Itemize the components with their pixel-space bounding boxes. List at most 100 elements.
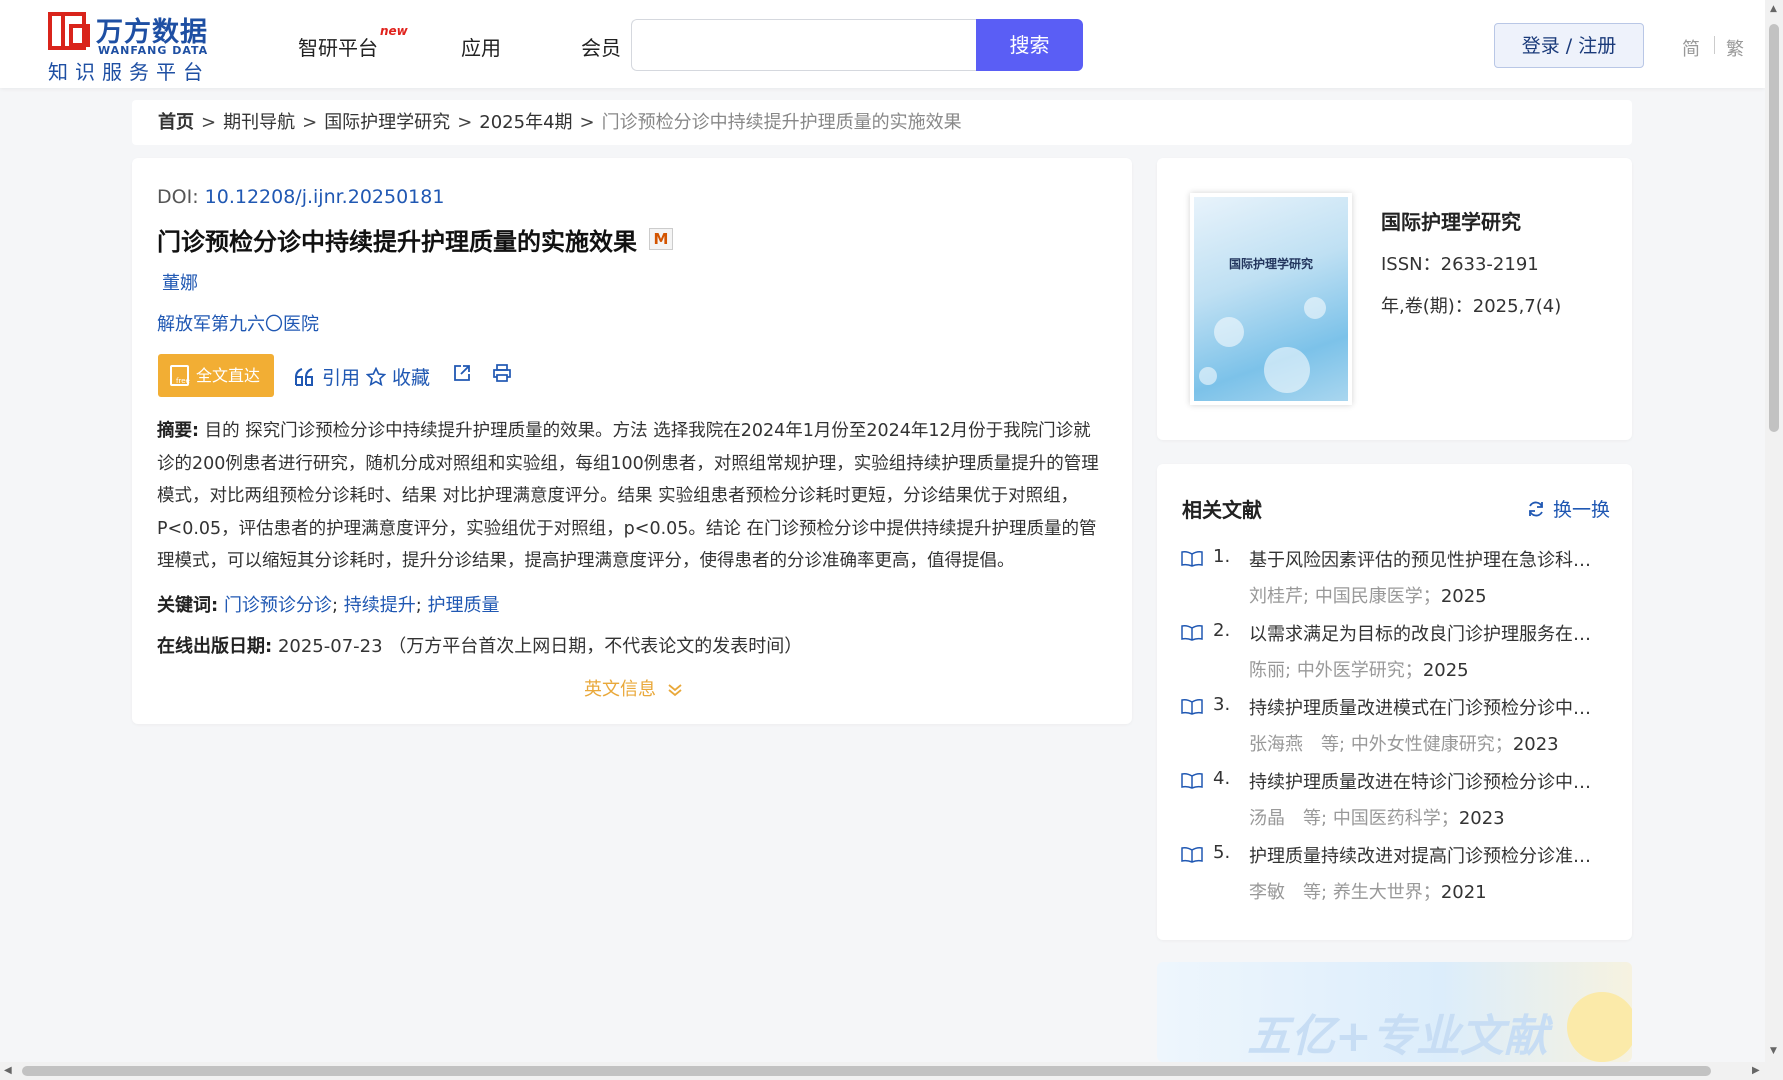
breadcrumb-separator: > xyxy=(201,112,217,133)
scroll-right-arrow-icon[interactable]: ▶ xyxy=(1752,1065,1760,1076)
nav-zhiyan-platform[interactable]: 智研平台 xyxy=(298,32,378,61)
scroll-up-arrow-icon[interactable]: ▲ xyxy=(1770,4,1777,14)
nav-new-badge: new xyxy=(380,24,408,38)
logo-mark-icon xyxy=(48,12,90,50)
star-icon xyxy=(365,366,387,387)
scroll-down-arrow-icon[interactable]: ▼ xyxy=(1770,1046,1777,1056)
abstract-label: 摘要: xyxy=(157,421,199,441)
nav-apps[interactable]: 应用 xyxy=(461,32,501,61)
fulltext-button[interactable]: 全文直达 xyxy=(158,354,274,397)
banner-decoration xyxy=(1567,992,1632,1062)
related-item-title[interactable]: 护理质量持续改进对提高门诊预检分诊准确率的效果 xyxy=(1249,842,1604,868)
cover-decoration xyxy=(1304,297,1326,319)
breadcrumb-current: 门诊预检分诊中持续提升护理质量的实施效果 xyxy=(601,112,962,133)
breadcrumb-journal-nav[interactable]: 期刊导航 xyxy=(223,112,295,133)
publish-date: 在线出版日期: 2025-07-23 （万方平台首次上网日期，不代表论文的发表时… xyxy=(157,632,802,658)
related-item-source[interactable]: 养生大世界； xyxy=(1333,882,1441,903)
share-button[interactable] xyxy=(452,363,472,385)
abstract: 摘要: 目的 探究门诊预检分诊中持续提升护理质量的效果。方法 选择我院在2024… xyxy=(157,415,1107,578)
related-item-title[interactable]: 以需求满足为目标的改良门诊护理服务在门诊预检分诊中的应用 xyxy=(1249,620,1604,646)
related-item-authors[interactable]: 汤晶 等; xyxy=(1249,808,1327,829)
cite-button[interactable]: 引用 xyxy=(294,363,360,390)
english-info-label: 英文信息 xyxy=(584,679,656,700)
related-item-source[interactable]: 中国民康医学； xyxy=(1315,586,1441,607)
english-info-toggle[interactable]: 英文信息 xyxy=(584,675,684,701)
cover-title: 国际护理学研究 xyxy=(1228,257,1313,271)
related-item-authors[interactable]: 陈丽; xyxy=(1249,660,1291,681)
fulltext-label: 全文直达 xyxy=(196,366,261,385)
related-item-authors[interactable]: 李敏 等; xyxy=(1249,882,1327,903)
related-item-meta: 李敏 等; 养生大世界；2021 xyxy=(1249,878,1487,904)
favorite-button[interactable]: 收藏 xyxy=(365,363,430,390)
logo-subtitle: 知识服务平台 xyxy=(48,60,210,84)
related-item-number: 2. xyxy=(1213,620,1231,641)
cite-label: 引用 xyxy=(322,367,361,389)
journal-name[interactable]: 国际护理学研究 xyxy=(1381,206,1521,235)
abstract-text: 目的 探究门诊预检分诊中持续提升护理质量的效果。方法 选择我院在2024年1月份… xyxy=(157,421,1099,572)
print-button[interactable] xyxy=(492,363,512,385)
related-item-title[interactable]: 基于风险因素评估的预见性护理在急诊科门诊预检分诊中的应用 xyxy=(1249,546,1604,572)
lang-divider xyxy=(1714,36,1715,54)
doi: DOI: 10.12208/j.ijnr.20250181 xyxy=(157,186,444,208)
related-item-number: 5. xyxy=(1213,842,1231,863)
refresh-button[interactable]: 换一换 xyxy=(1527,495,1610,522)
keyword-link[interactable]: 门诊预诊分诊 xyxy=(224,595,332,616)
book-icon xyxy=(1181,773,1203,789)
book-icon xyxy=(1181,847,1203,863)
keywords-label: 关键词: xyxy=(157,595,219,616)
breadcrumb-separator: > xyxy=(302,112,318,133)
print-icon xyxy=(493,364,511,382)
vertical-scroll-thumb[interactable] xyxy=(1769,24,1779,432)
mendeley-icon[interactable]: M xyxy=(649,228,673,250)
related-item-meta: 陈丽; 中外医学研究；2025 xyxy=(1249,656,1469,682)
promo-banner[interactable]: 五亿+专业文献 xyxy=(1157,962,1632,1062)
vertical-scrollbar[interactable]: ▲ ▼ xyxy=(1765,0,1783,1062)
related-item-meta: 张海燕 等; 中外女性健康研究；2023 xyxy=(1249,730,1559,756)
keywords: 关键词: 门诊预诊分诊; 持续提升; 护理质量 xyxy=(157,595,500,616)
related-item-source[interactable]: 中外女性健康研究； xyxy=(1351,734,1513,755)
related-item-year: 2023 xyxy=(1512,734,1559,755)
pubdate-value: 2025-07-23 xyxy=(277,636,383,657)
horizontal-scrollbar[interactable]: ◀ ▶ xyxy=(0,1062,1783,1080)
search-button[interactable]: 搜索 xyxy=(976,19,1083,71)
top-header: 万方数据 WANFANG DATA 知识服务平台 智研平台 new 应用 会员 … xyxy=(0,0,1765,88)
wanfang-logo[interactable]: 万方数据 WANFANG DATA 知识服务平台 xyxy=(48,10,218,84)
scroll-left-arrow-icon[interactable]: ◀ xyxy=(4,1065,12,1076)
horizontal-scroll-thumb[interactable] xyxy=(22,1066,1711,1076)
cover-decoration xyxy=(1199,367,1217,385)
doi-link[interactable]: 10.12208/j.ijnr.20250181 xyxy=(205,186,445,208)
breadcrumb-separator: > xyxy=(579,112,595,133)
related-item-source[interactable]: 中国医药科学； xyxy=(1333,808,1459,829)
pubdate-label: 在线出版日期: xyxy=(157,636,273,657)
breadcrumb-separator: > xyxy=(457,112,473,133)
cover-decoration xyxy=(1264,347,1310,393)
related-item-year: 2023 xyxy=(1458,808,1505,829)
breadcrumb-issue[interactable]: 2025年4期 xyxy=(479,112,572,133)
related-item-title[interactable]: 持续护理质量改进在特诊门诊预检分诊中的应用 xyxy=(1249,768,1604,794)
related-item-title[interactable]: 持续护理质量改进模式在门诊预检分诊中的应用效果 xyxy=(1249,694,1604,720)
nav-membership[interactable]: 会员 xyxy=(581,32,621,61)
organization-link[interactable]: 解放军第九六〇医院 xyxy=(157,310,319,336)
related-item-authors[interactable]: 张海燕 等; xyxy=(1249,734,1345,755)
related-item-meta: 刘桂芹; 中国民康医学；2025 xyxy=(1249,582,1487,608)
chevron-down-icon xyxy=(668,684,682,697)
breadcrumb-journal[interactable]: 国际护理学研究 xyxy=(324,112,450,133)
author-link[interactable]: 董娜 xyxy=(162,269,198,295)
keyword-link[interactable]: 护理质量 xyxy=(428,595,500,616)
related-item-year: 2025 xyxy=(1440,586,1487,607)
related-item-authors[interactable]: 刘桂芹; xyxy=(1249,586,1309,607)
related-item-source[interactable]: 中外医学研究； xyxy=(1297,660,1423,681)
related-item-meta: 汤晶 等; 中国医药科学；2023 xyxy=(1249,804,1505,830)
search-input[interactable] xyxy=(631,19,977,71)
login-register-button[interactable]: 登录 / 注册 xyxy=(1494,23,1644,68)
journal-card: 国际护理学研究 国际护理学研究 ISSN：2633-2191 年,卷(期)：20… xyxy=(1157,158,1632,440)
breadcrumb-home[interactable]: 首页 xyxy=(158,112,194,133)
book-icon xyxy=(1181,625,1203,641)
keyword-link[interactable]: 持续提升 xyxy=(344,595,416,616)
lang-traditional[interactable]: 繁 xyxy=(1726,35,1744,61)
lang-simplified[interactable]: 简 xyxy=(1682,35,1700,61)
share-icon xyxy=(454,365,470,381)
journal-cover[interactable]: 国际护理学研究 xyxy=(1190,193,1352,405)
related-item-number: 4. xyxy=(1213,768,1231,789)
book-icon xyxy=(1181,699,1203,715)
